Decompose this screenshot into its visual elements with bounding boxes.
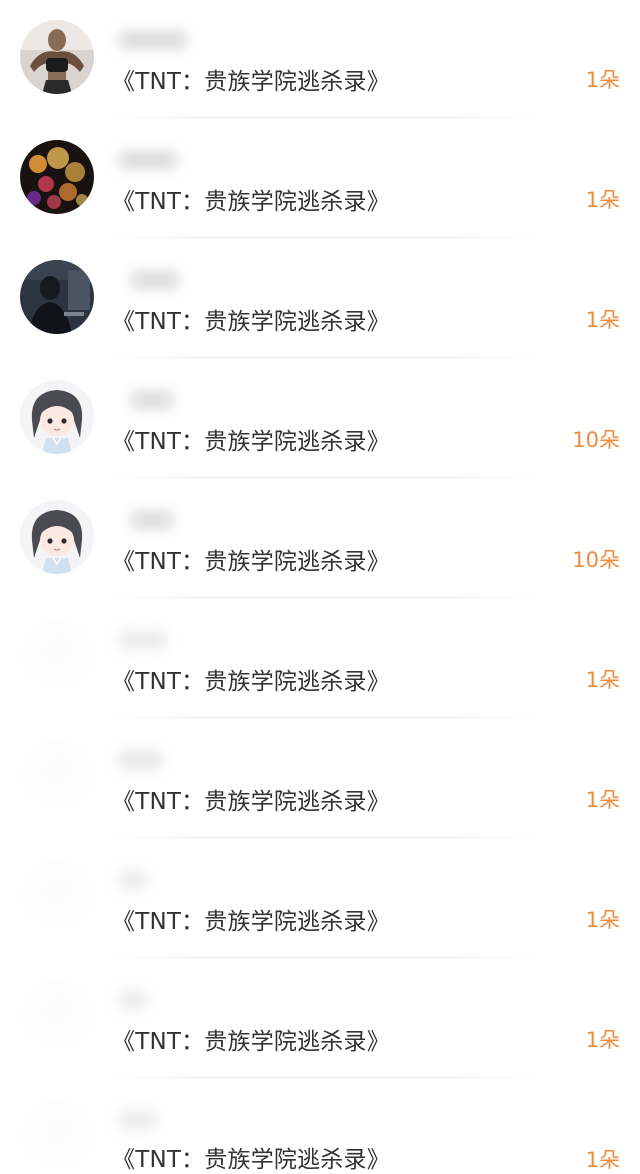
blank-avatar-icon[interactable]: [20, 860, 94, 934]
gift-amount: 1朵: [585, 308, 620, 332]
gift-title: 《TNT：贵族学院逃杀录》: [112, 789, 390, 815]
divider: [110, 357, 540, 358]
username-blurred: [130, 510, 174, 530]
blank-avatar-icon[interactable]: [20, 740, 94, 814]
username-blurred: [118, 30, 188, 50]
blank-avatar-icon[interactable]: [20, 620, 94, 694]
list-item[interactable]: 《TNT：贵族学院逃杀录》 10朵: [0, 360, 640, 480]
username-blurred: [118, 1110, 158, 1130]
gift-amount: 1朵: [585, 668, 620, 692]
gift-amount: 1朵: [585, 1028, 620, 1052]
athlete-photo-avatar-icon: [20, 20, 94, 94]
username-blurred: [130, 270, 180, 290]
divider: [110, 237, 540, 238]
gift-title: 《TNT：贵族学院逃杀录》: [112, 909, 390, 935]
gift-title: 《TNT：贵族学院逃杀录》: [112, 189, 390, 215]
username-blurred: [118, 630, 168, 650]
gift-amount: 10朵: [572, 428, 620, 452]
avatar[interactable]: [20, 500, 94, 574]
username-blurred: [130, 390, 174, 410]
divider: [110, 717, 540, 718]
blank-avatar-icon[interactable]: [20, 980, 94, 1054]
divider: [110, 1077, 540, 1078]
list-item[interactable]: 《TNT：贵族学院逃杀录》 1朵: [0, 1080, 640, 1174]
gift-title: 《TNT：贵族学院逃杀录》: [112, 309, 390, 335]
blank-avatar-icon[interactable]: [20, 1100, 94, 1174]
list-item[interactable]: 《TNT：贵族学院逃杀录》 1朵: [0, 120, 640, 240]
divider: [110, 957, 540, 958]
list-item[interactable]: 《TNT：贵族学院逃杀录》 1朵: [0, 0, 640, 120]
dark-silhouette-avatar-icon: [20, 260, 94, 334]
list-item[interactable]: 《TNT：贵族学院逃杀录》 1朵: [0, 720, 640, 840]
avatar[interactable]: [20, 20, 94, 94]
avatar[interactable]: [20, 260, 94, 334]
avatar[interactable]: [20, 140, 94, 214]
list-item[interactable]: 《TNT：贵族学院逃杀录》 1朵: [0, 840, 640, 960]
anime-character-avatar-icon: [20, 380, 94, 454]
username-blurred: [118, 150, 178, 170]
divider: [110, 477, 540, 478]
username-blurred: [118, 990, 148, 1010]
gift-amount: 1朵: [585, 1148, 620, 1172]
gift-title: 《TNT：贵族学院逃杀录》: [112, 669, 390, 695]
list-item[interactable]: 《TNT：贵族学院逃杀录》 1朵: [0, 960, 640, 1080]
avatar[interactable]: [20, 380, 94, 454]
username-blurred: [118, 870, 148, 890]
list-item[interactable]: 《TNT：贵族学院逃杀录》 10朵: [0, 480, 640, 600]
gift-title: 《TNT：贵族学院逃杀录》: [112, 549, 390, 575]
anime-character-avatar-icon: [20, 500, 94, 574]
gift-amount: 1朵: [585, 188, 620, 212]
bokeh-lights-avatar-icon: [20, 140, 94, 214]
list-item[interactable]: 《TNT：贵族学院逃杀录》 1朵: [0, 240, 640, 360]
gift-amount: 10朵: [572, 548, 620, 572]
gift-title: 《TNT：贵族学院逃杀录》: [112, 69, 390, 95]
gift-list: 《TNT：贵族学院逃杀录》 1朵 《TNT：贵族学院逃杀录》 1朵 《TNT：贵…: [0, 0, 640, 1174]
gift-title: 《TNT：贵族学院逃杀录》: [112, 1029, 390, 1055]
gift-title: 《TNT：贵族学院逃杀录》: [112, 429, 390, 455]
username-blurred: [118, 750, 164, 770]
gift-amount: 1朵: [585, 908, 620, 932]
divider: [110, 117, 540, 118]
gift-title: 《TNT：贵族学院逃杀录》: [112, 1147, 390, 1173]
gift-amount: 1朵: [585, 68, 620, 92]
gift-amount: 1朵: [585, 788, 620, 812]
divider: [110, 837, 540, 838]
divider: [110, 597, 540, 598]
list-item[interactable]: 《TNT：贵族学院逃杀录》 1朵: [0, 600, 640, 720]
